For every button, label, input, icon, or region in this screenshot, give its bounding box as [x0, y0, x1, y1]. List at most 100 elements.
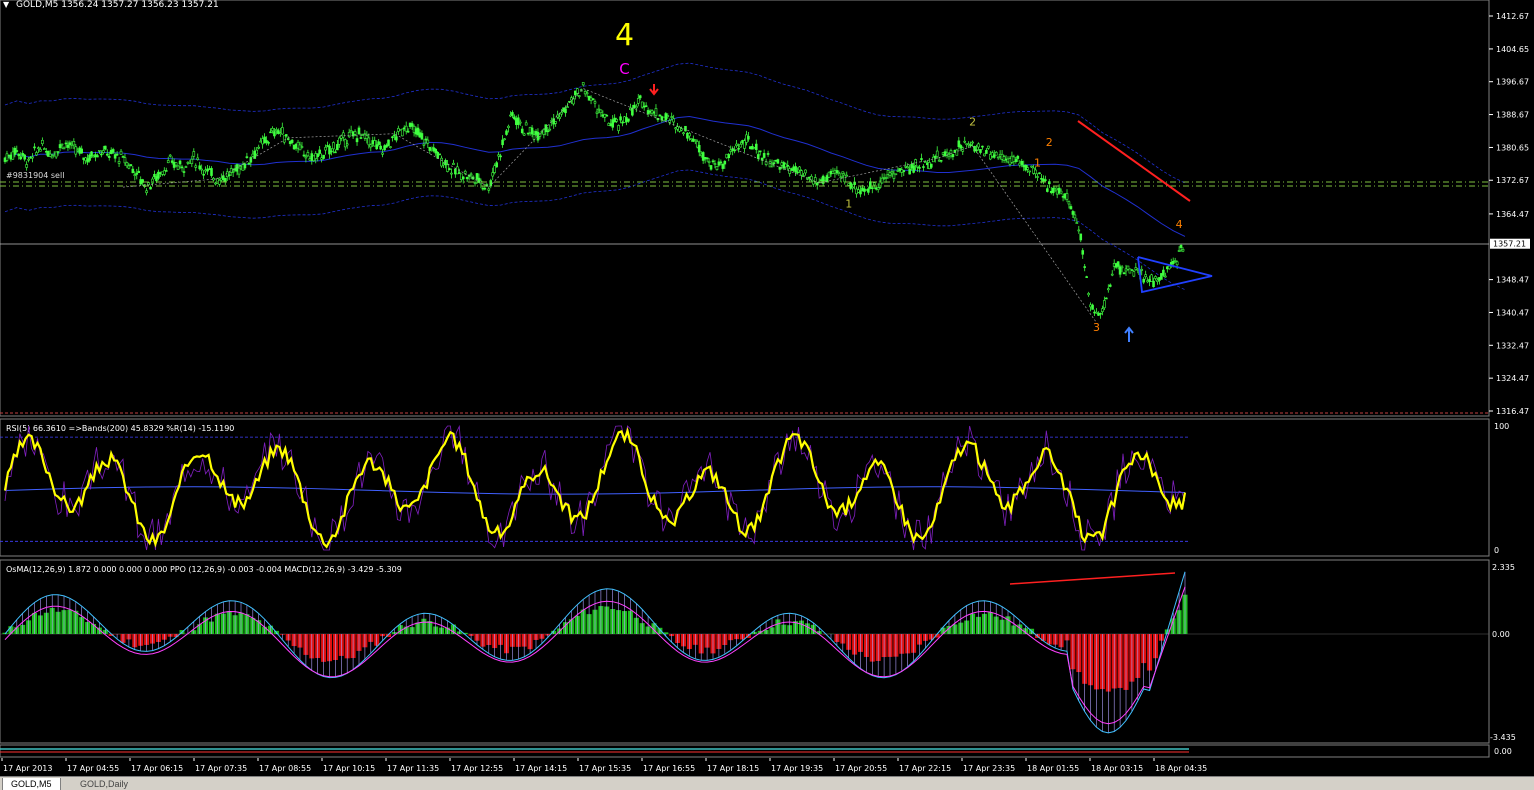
candle-body [135, 172, 139, 175]
candle-body [739, 143, 742, 148]
candle-body [804, 169, 807, 174]
candle-body [23, 154, 26, 160]
candle-body [1152, 280, 1155, 288]
candle-body [837, 172, 841, 174]
candle-body [1140, 269, 1144, 271]
osma-panel[interactable]: OsMA(12,26,9) 1.872 0.000 0.000 0.000 PP… [0, 559, 1516, 744]
price-tick-label: 1404.65 [1496, 45, 1529, 54]
candle-body [1071, 211, 1075, 215]
dropdown-arrow-icon[interactable]: ▼ [3, 0, 10, 9]
candle-body [129, 164, 133, 167]
candle-body [338, 137, 341, 145]
candle-body [62, 147, 66, 150]
time-tick-label: 17 Apr 16:55 [643, 764, 695, 773]
candle-body [60, 143, 64, 146]
candle-body [306, 152, 310, 157]
candle-body [37, 147, 40, 150]
candle-body [711, 160, 715, 163]
candle-body [1046, 188, 1049, 192]
price-panel[interactable]: GOLD,M5 1356.24 1357.27 1356.23 1357.21 … [0, 0, 1530, 417]
candle-body [672, 118, 675, 123]
candle-body [269, 131, 272, 134]
candle-body [546, 130, 550, 133]
candle-body [979, 149, 982, 153]
candle-body [1059, 190, 1063, 194]
candle-body [906, 166, 910, 169]
price-tick-label: 1364.47 [1496, 210, 1529, 219]
candle-body [102, 150, 105, 153]
price-tick-label: 1340.47 [1496, 308, 1529, 317]
candle-body [1065, 193, 1069, 200]
candle-body [50, 155, 54, 159]
wave-label: C [619, 60, 629, 78]
candle-body [902, 170, 906, 173]
candle-body [772, 162, 776, 164]
candle-body [357, 127, 361, 135]
candle-body [35, 152, 38, 156]
candle-body [723, 160, 727, 165]
order-label[interactable]: #9831904 sell [6, 171, 64, 180]
candle-body [912, 165, 915, 173]
rsi-panel[interactable]: RSI(5) 66.3610 =>Bands(200) 45.8329 %R(1… [0, 418, 1509, 557]
candle-body [1034, 169, 1037, 175]
rsi-axis-100: 100 [1494, 422, 1509, 431]
candle-body [522, 133, 526, 136]
candle-body [131, 168, 135, 174]
time-tick-label: 17 Apr 08:55 [259, 764, 311, 773]
candle-body [575, 88, 579, 94]
osma-label: OsMA(12,26,9) 1.872 0.000 0.000 0.000 PP… [6, 565, 402, 574]
candle-body [929, 163, 933, 168]
candle-body [381, 152, 384, 155]
candle-body [15, 150, 19, 152]
candle-body [644, 105, 648, 107]
candle-body [1016, 155, 1020, 159]
candle-body [212, 177, 215, 181]
time-tick-label: 18 Apr 03:15 [1091, 764, 1143, 773]
candle-body [951, 154, 955, 158]
candle-body [483, 187, 487, 190]
candle-body [465, 176, 469, 180]
candle-body [955, 149, 959, 156]
candle-body [450, 172, 453, 175]
candle-body [375, 144, 379, 150]
candle-body [280, 127, 284, 135]
candle-body [566, 106, 569, 108]
candle-body [518, 121, 522, 124]
candle-body [257, 146, 261, 149]
candle-body [202, 173, 205, 176]
candle-body [164, 170, 168, 172]
price-tick-label: 1324.47 [1496, 374, 1529, 383]
candle-body [457, 172, 461, 174]
candle-body [343, 139, 347, 148]
candle-body [1073, 214, 1077, 219]
candle-body [727, 154, 731, 159]
candle-body [1132, 271, 1136, 277]
candle-body [499, 155, 502, 158]
tab-gold-m5[interactable]: GOLD,M5 [2, 778, 61, 790]
candle-body [762, 153, 766, 158]
candle-body [636, 98, 640, 104]
time-tick-label: 17 Apr 11:35 [387, 764, 439, 773]
time-tick-label: 17 Apr 14:15 [515, 764, 567, 773]
candle-body [452, 162, 455, 165]
candle-body [473, 182, 477, 184]
candle-body [322, 154, 325, 159]
candle-body [410, 123, 414, 127]
candle-body [532, 134, 536, 140]
candle-body [149, 186, 152, 190]
candle-body [935, 150, 939, 157]
candle-body [721, 163, 725, 169]
candle-body [796, 171, 799, 174]
time-tick-label: 17 Apr 15:35 [579, 764, 631, 773]
candle-body [194, 165, 198, 168]
candle-body [507, 125, 510, 128]
tab-gold-daily[interactable]: GOLD,Daily [72, 778, 136, 790]
bottom-indicator-panel[interactable]: 0.00 [0, 744, 1512, 758]
candle-body [393, 134, 396, 137]
price-tick-label: 1348.47 [1496, 276, 1529, 285]
candle-body [133, 174, 137, 176]
bottom-axis-value: 0.00 [1494, 747, 1512, 756]
candle-body [391, 136, 394, 139]
candle-body [1030, 165, 1033, 168]
candle-body [17, 153, 21, 157]
